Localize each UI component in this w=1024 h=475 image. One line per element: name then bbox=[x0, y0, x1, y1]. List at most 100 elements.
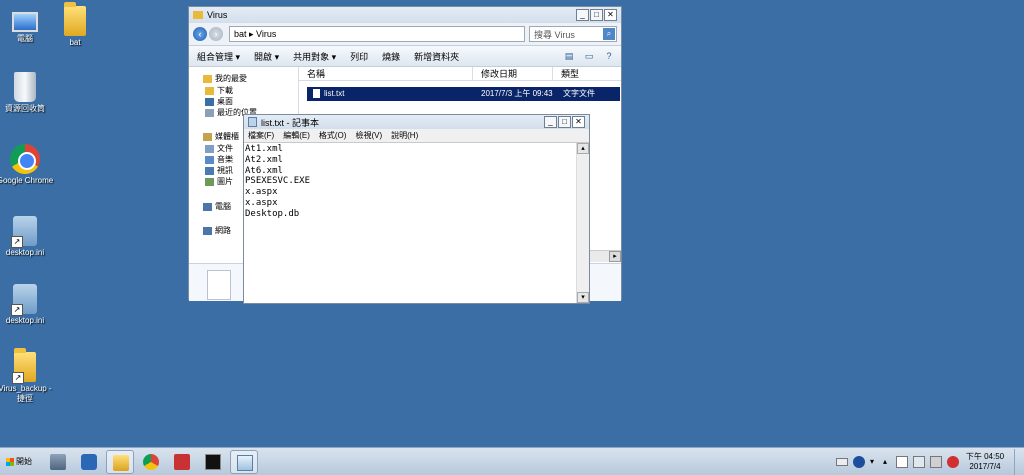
pictures-icon bbox=[205, 177, 214, 186]
text-line: At6.xml bbox=[245, 165, 283, 176]
network-icon bbox=[203, 226, 212, 235]
share-button[interactable]: 共用對象 ▾ bbox=[293, 50, 336, 63]
cmd-icon bbox=[205, 453, 221, 470]
taskbar-toolbox[interactable] bbox=[168, 450, 196, 474]
maximize-button[interactable]: □ bbox=[558, 116, 571, 128]
text-line: x.aspx bbox=[245, 197, 278, 208]
display-icon[interactable] bbox=[913, 455, 925, 468]
taskbar-notepad[interactable] bbox=[230, 449, 258, 474]
scroll-down-icon[interactable]: ▾ bbox=[577, 292, 589, 303]
desktop-icon-bat[interactable]: bat bbox=[46, 2, 104, 48]
nav-documents[interactable]: 文件 bbox=[205, 143, 233, 154]
folder-icon bbox=[64, 2, 86, 36]
folder-shortcut-icon bbox=[12, 348, 36, 384]
forward-button[interactable]: › bbox=[209, 27, 223, 41]
new-folder-button[interactable]: 新增資料夾 bbox=[414, 50, 459, 63]
menu-view[interactable]: 檢視(V) bbox=[355, 130, 382, 141]
scroll-right-icon[interactable]: ▸ bbox=[609, 251, 621, 262]
clock-date: 2017/7/4 bbox=[969, 461, 1001, 471]
desktop-icon-desktop-ini-2[interactable]: desktop.ini bbox=[0, 284, 54, 326]
chrome-icon bbox=[10, 144, 40, 174]
address-path: bat ▸ Virus bbox=[234, 28, 277, 39]
nav-downloads[interactable]: 下載 bbox=[205, 85, 233, 96]
recycle-bin-icon bbox=[14, 72, 36, 102]
computer-icon bbox=[203, 202, 212, 211]
notepad-titlebar[interactable]: list.txt - 記事本 _ □ ✕ bbox=[244, 115, 589, 129]
library-icon bbox=[203, 132, 212, 141]
text-line: PSEXESVC.EXE bbox=[245, 176, 311, 187]
nav-videos[interactable]: 視訊 bbox=[205, 165, 233, 176]
file-row[interactable]: list.txt 2017/7/3 上午 09:43 文字文件 bbox=[307, 87, 620, 101]
notepad-icon bbox=[237, 454, 253, 471]
nav-network[interactable]: 網路 bbox=[203, 225, 231, 236]
chevron-down-icon[interactable]: ▾ bbox=[870, 456, 878, 468]
keyboard-icon[interactable] bbox=[836, 457, 848, 466]
menu-help[interactable]: 說明(H) bbox=[391, 130, 418, 141]
burn-button[interactable]: 燒錄 bbox=[382, 50, 400, 63]
desktop-icon-label: desktop.ini bbox=[5, 316, 45, 325]
nav-libraries[interactable]: 媒體櫃 bbox=[203, 131, 239, 142]
organize-button[interactable]: 組合管理 ▾ bbox=[197, 50, 240, 63]
close-button[interactable]: ✕ bbox=[572, 116, 585, 128]
nav-computer[interactable]: 電腦 bbox=[203, 201, 231, 212]
nav-pictures[interactable]: 圖片 bbox=[205, 176, 233, 187]
help-icon[interactable]: ? bbox=[601, 51, 617, 62]
maximize-button[interactable]: □ bbox=[590, 9, 603, 21]
open-button[interactable]: 開啟 ▾ bbox=[254, 50, 279, 63]
close-button[interactable]: ✕ bbox=[604, 9, 617, 21]
taskbar-powershell[interactable] bbox=[75, 450, 103, 474]
nav-desktop[interactable]: 桌面 bbox=[205, 96, 233, 107]
music-icon bbox=[205, 155, 214, 164]
video-icon bbox=[205, 166, 214, 175]
antivirus-icon[interactable] bbox=[947, 455, 959, 468]
print-button[interactable]: 列印 bbox=[350, 50, 368, 63]
explorer-titlebar[interactable]: Virus _ □ ✕ bbox=[189, 7, 621, 23]
start-label: 開始 bbox=[16, 457, 32, 466]
clock-time: 下午 04:50 bbox=[965, 451, 1005, 461]
file-name: list.txt bbox=[324, 89, 345, 98]
nav-favorites[interactable]: 我的最愛 bbox=[203, 73, 247, 84]
vertical-scrollbar[interactable]: ▴ ▾ bbox=[576, 143, 589, 303]
search-icon[interactable]: ⌕ bbox=[603, 28, 615, 40]
minimize-button[interactable]: _ bbox=[576, 9, 589, 21]
settings-file-icon bbox=[11, 284, 37, 316]
desktop-icon-desktop-ini-1[interactable]: desktop.ini bbox=[0, 216, 54, 258]
notepad-window: list.txt - 記事本 _ □ ✕ 檔案(F) 編輯(E) 格式(O) 檢… bbox=[243, 114, 590, 304]
download-icon bbox=[205, 86, 214, 95]
search-input[interactable]: 搜尋 Virus ⌕ bbox=[529, 26, 617, 42]
command-toolbar: 組合管理 ▾ 開啟 ▾ 共用對象 ▾ 列印 燒錄 新增資料夾 ▤ ▭ ? bbox=[189, 45, 621, 67]
view-icon[interactable]: ▤ bbox=[561, 51, 577, 62]
toolbox-icon bbox=[174, 453, 190, 470]
text-editor[interactable]: At1.xml At2.xml At6.xml PSEXESVC.EXE x.a… bbox=[244, 143, 577, 303]
preview-pane-icon[interactable]: ▭ bbox=[581, 51, 597, 62]
nav-music[interactable]: 音樂 bbox=[205, 154, 233, 165]
menu-file[interactable]: 檔案(F) bbox=[248, 130, 274, 141]
taskbar-server-manager[interactable] bbox=[44, 450, 72, 474]
desktop-icon-recycle-bin[interactable]: 資源回收筒 bbox=[0, 72, 54, 114]
help-icon[interactable] bbox=[853, 455, 865, 468]
taskbar-chrome[interactable] bbox=[137, 450, 165, 474]
minimize-button[interactable]: _ bbox=[544, 116, 557, 128]
column-header-type[interactable]: 類型 bbox=[553, 67, 621, 80]
start-button[interactable]: 開始 bbox=[0, 449, 38, 475]
taskbar-explorer[interactable] bbox=[106, 449, 134, 474]
desktop-icon-virus-backup[interactable]: Virus_backup - 捷徑 bbox=[0, 348, 54, 404]
show-desktop-button[interactable] bbox=[1014, 448, 1024, 475]
column-header-modified[interactable]: 修改日期 bbox=[473, 67, 553, 80]
scroll-up-icon[interactable]: ▴ bbox=[577, 143, 589, 154]
chevron-up-icon[interactable]: ▴ bbox=[883, 456, 891, 468]
back-button[interactable]: ‹ bbox=[193, 27, 207, 41]
menu-edit[interactable]: 編輯(E) bbox=[283, 130, 310, 141]
column-header-name[interactable]: 名稱 bbox=[299, 67, 473, 80]
desktop-icon-chrome[interactable]: Google Chrome bbox=[0, 144, 54, 186]
address-input[interactable]: bat ▸ Virus bbox=[229, 26, 525, 42]
sound-icon[interactable] bbox=[930, 455, 942, 468]
taskbar-cmd[interactable] bbox=[199, 450, 227, 474]
file-type: 文字文件 bbox=[563, 89, 595, 98]
desktop-icon-label: Google Chrome bbox=[0, 176, 54, 185]
menu-format[interactable]: 格式(O) bbox=[319, 130, 347, 141]
taskbar: 開始 ▾ ▴ 下午 04:50 2017/7/4 bbox=[0, 447, 1024, 475]
text-line: x.aspx bbox=[245, 187, 278, 198]
clock[interactable]: 下午 04:50 2017/7/4 bbox=[964, 452, 1006, 472]
flag-icon[interactable] bbox=[896, 455, 908, 468]
